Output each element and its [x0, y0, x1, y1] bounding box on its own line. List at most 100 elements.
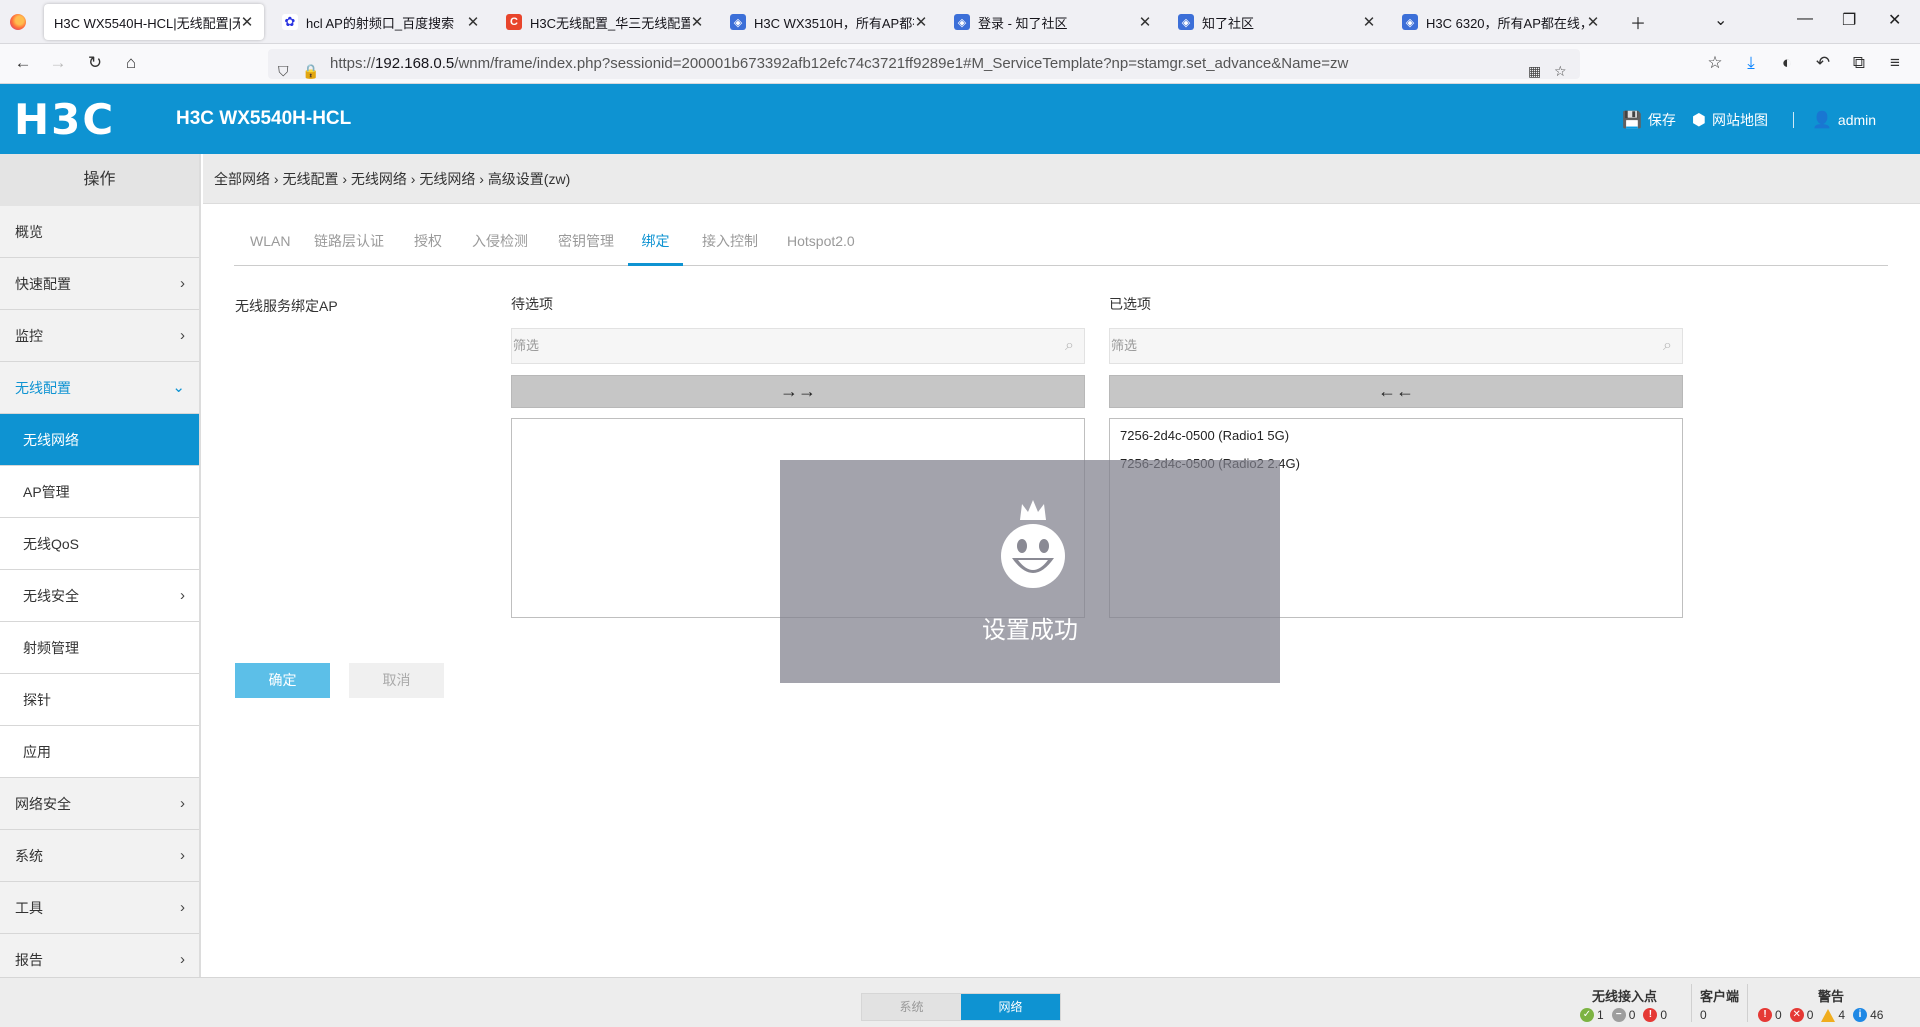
move-all-left-button[interactable]: ←←	[1109, 375, 1683, 408]
error-icon: ✕	[1789, 1008, 1804, 1022]
available-filter-input[interactable]: 筛选 ⌕	[511, 328, 1085, 364]
sidebar-item-ap-management[interactable]: AP管理	[0, 466, 199, 518]
minus-icon: −	[1611, 1008, 1626, 1022]
alert-icon: !	[1643, 1008, 1658, 1022]
qr-code-icon[interactable]: ▦	[1528, 56, 1541, 86]
sidebar-item-system[interactable]: 系统 ›	[0, 830, 199, 882]
close-icon[interactable]: ✕	[466, 13, 480, 31]
close-icon[interactable]: ✕	[914, 13, 928, 31]
sidebar-item-application[interactable]: 应用	[0, 726, 199, 778]
browser-nav-bar: ← → ↻ ⌂ ⛉ 🔒 https://192.168.0.5/wnm/fram…	[0, 44, 1920, 84]
sidebar-item-label: 报告	[15, 952, 43, 968]
view-network-button[interactable]: 网络	[961, 994, 1060, 1020]
sidebar-item-label: 探针	[23, 692, 51, 708]
sitemap-button[interactable]: ⬢ 网站地图	[1692, 110, 1768, 130]
new-tab-icon[interactable]: ＋	[1630, 10, 1646, 34]
ok-button[interactable]: 确定	[235, 663, 330, 698]
close-icon[interactable]: ✕	[1362, 13, 1376, 31]
tab-wlan[interactable]: WLAN	[250, 226, 290, 266]
tab-key-management[interactable]: 密钥管理	[558, 226, 614, 266]
tab-list-chevron-icon[interactable]: ⌄	[1714, 10, 1727, 30]
browser-tab-5[interactable]: ◈ 登录 - 知了社区 ✕	[944, 4, 1162, 40]
browser-tab-1[interactable]: H3C WX5540H-HCL|无线配置|无线 ✕	[44, 4, 264, 40]
csdn-icon: C	[506, 14, 522, 30]
save-button[interactable]: 💾 保存	[1622, 110, 1676, 130]
home-icon[interactable]: ⌂	[120, 53, 142, 73]
breadcrumb-item[interactable]: 无线网络	[351, 171, 407, 187]
sidebar-item-label: 无线安全	[23, 588, 79, 604]
app-header: H3C H3C WX5540H-HCL 💾 保存 ⬢ 网站地图 👤 admin	[0, 84, 1920, 154]
shield-icon[interactable]: ⛉	[278, 56, 289, 86]
restore-icon[interactable]: ❐	[1842, 10, 1856, 30]
browser-tab-7[interactable]: ◈ H3C 6320，所有AP都在线，但 ✕	[1392, 4, 1610, 40]
menu-icon[interactable]: ≡	[1884, 53, 1906, 73]
tab-link-auth[interactable]: 链路层认证	[314, 226, 384, 266]
tab-hotspot[interactable]: Hotspot2.0	[787, 226, 855, 266]
move-all-right-button[interactable]: →→	[511, 375, 1085, 408]
breadcrumb-separator-icon: ›	[475, 171, 488, 187]
sidebar-item-network-security[interactable]: 网络安全 ›	[0, 778, 199, 830]
window-close-icon[interactable]: ✕	[1888, 10, 1901, 30]
back-icon[interactable]: ←	[12, 53, 34, 73]
zhiliao-icon: ◈	[1402, 14, 1418, 30]
firefox-icon[interactable]	[10, 14, 26, 30]
alarm-status-counts[interactable]: ! 0 ✕ 0 4 i 46	[1750, 1008, 1883, 1022]
browser-tab-3[interactable]: C H3C无线配置_华三无线配置_VI ✕	[496, 4, 714, 40]
breadcrumb-item[interactable]: 无线配置	[282, 171, 338, 187]
sidebar-item-overview[interactable]: 概览	[0, 206, 199, 258]
extensions-icon[interactable]: ⧉	[1848, 53, 1870, 73]
download-icon[interactable]: ⤓	[1740, 53, 1762, 73]
sidebar-item-radio-management[interactable]: 射频管理	[0, 622, 199, 674]
cancel-button[interactable]: 取消	[349, 663, 444, 698]
list-item[interactable]: 7256-2d4c-0500 (Radio1 5G)	[1110, 422, 1682, 450]
close-icon[interactable]: ✕	[1138, 13, 1152, 31]
alarm-status-title: 警告	[1818, 989, 1845, 1004]
status-bar: 系统 网络 无线接入点 ✓ 1 −0 ! 0 客户端 0 警告 ! 0 ✕ 0 4 i4…	[0, 977, 1920, 1027]
sidebar-item-probe[interactable]: 探针	[0, 674, 199, 726]
lock-icon[interactable]: 🔒	[302, 56, 319, 86]
sidebar-item-wireless-config[interactable]: 无线配置 ⌄	[0, 362, 199, 414]
sidebar-item-quick-config[interactable]: 快速配置 ›	[0, 258, 199, 310]
ap-status-title: 无线接入点	[1592, 989, 1658, 1004]
tab-access-control[interactable]: 接入控制	[702, 226, 758, 266]
view-system-button[interactable]: 系统	[862, 994, 961, 1020]
browser-tab-2[interactable]: ✿ hcl AP的射频口_百度搜索 ✕	[272, 4, 490, 40]
extension-icon[interactable]: ◐	[1776, 53, 1798, 73]
sidebar-item-wireless-network[interactable]: 无线网络	[0, 414, 199, 466]
reload-icon[interactable]: ↻	[84, 53, 106, 73]
critical-icon: !	[1758, 1008, 1772, 1022]
url-path: /wnm/frame/index.php?sessionid=200001b67…	[454, 55, 1349, 72]
ap-status-counts[interactable]: ✓ 1 −0 ! 0	[1572, 1008, 1667, 1022]
breadcrumb-item[interactable]: 全部网络	[214, 171, 270, 187]
sidebar-item-wireless-security[interactable]: 无线安全 ›	[0, 570, 199, 622]
sidebar-item-tools[interactable]: 工具 ›	[0, 882, 199, 934]
bookmark-star-icon[interactable]: ☆	[1554, 56, 1567, 86]
cube-icon: ⬢	[1692, 112, 1706, 129]
tab-intrusion-detection[interactable]: 入侵检测	[472, 226, 528, 266]
browser-tab-4[interactable]: ◈ H3C WX3510H，所有AP都在线 ✕	[720, 4, 938, 40]
close-icon[interactable]: ✕	[240, 13, 254, 31]
divider	[1747, 984, 1748, 1022]
undo-icon[interactable]: ↶	[1812, 53, 1834, 73]
minimize-icon[interactable]: —	[1797, 10, 1813, 28]
tab-authorization[interactable]: 授权	[414, 226, 442, 266]
close-icon[interactable]: ✕	[1586, 13, 1600, 31]
close-icon[interactable]: ✕	[690, 13, 704, 31]
url-bar[interactable]: ⛉ 🔒 https://192.168.0.5/wnm/frame/index.…	[268, 49, 1580, 79]
info-icon: i	[1853, 1008, 1868, 1022]
device-name: H3C WX5540H-HCL	[176, 108, 352, 129]
sidebar-item-monitor[interactable]: 监控 ›	[0, 310, 199, 362]
client-count[interactable]: 0	[1700, 1008, 1707, 1022]
breadcrumb-item[interactable]: 无线网络	[419, 171, 475, 187]
user-menu[interactable]: 👤 admin	[1812, 110, 1876, 130]
chevron-right-icon: ›	[180, 327, 185, 344]
selected-filter-input[interactable]: 筛选 ⌕	[1109, 328, 1683, 364]
browser-tab-6[interactable]: ◈ 知了社区 ✕	[1168, 4, 1386, 40]
settings-tabs: WLAN 链路层认证 授权 入侵检测 密钥管理 绑定 接入控制 Hotspot2…	[234, 226, 1888, 266]
sidebar-item-wireless-qos[interactable]: 无线QoS	[0, 518, 199, 570]
chevron-down-icon: ⌄	[172, 379, 185, 396]
pocket-icon[interactable]: ☆	[1704, 53, 1726, 73]
save-icon: 💾	[1622, 112, 1642, 129]
forward-icon[interactable]: →	[47, 53, 69, 73]
tab-binding[interactable]: 绑定	[628, 226, 683, 266]
